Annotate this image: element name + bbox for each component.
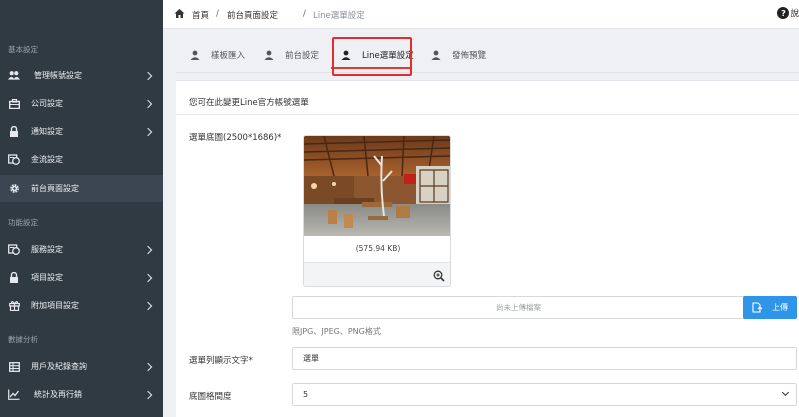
background-image-label: 選單底圖(2500*1686)* — [189, 133, 282, 143]
sidebar-section-basic: 基本設定 — [8, 45, 38, 54]
main-panel: 您可在此變更Line官方帳號選單 選單底圖(2500*1686)* (575.9… — [176, 80, 799, 417]
chevron-right-icon — [143, 71, 153, 80]
tab-frontend-settings[interactable]: 前台設定 — [264, 37, 319, 73]
image-file-size: (575.94 KB) — [355, 244, 401, 253]
table-icon — [8, 361, 20, 373]
chevron-right-icon — [143, 301, 153, 310]
grid-spacing-value: 5 — [303, 390, 309, 399]
briefcase-icon — [8, 98, 20, 110]
image-card-footer — [304, 262, 450, 286]
tab-label: Line選單設定 — [362, 51, 414, 61]
chevron-right-icon — [143, 362, 153, 371]
sidebar-item-statistics[interactable]: 統計及再行銷 — [0, 381, 163, 408]
sidebar-item-company[interactable]: 公司設定 — [0, 90, 163, 117]
breadcrumb-frontend-settings[interactable]: 前台頁面設定 — [227, 9, 278, 21]
sidebar-item-services[interactable]: 服務設定 — [0, 236, 163, 263]
menu-text-input[interactable]: 選單 — [292, 347, 797, 370]
breadcrumb-home[interactable]: 首頁 — [192, 9, 209, 21]
tab-label: 發佈預覽 — [452, 51, 487, 61]
sidebar-item-accounts[interactable]: 管理帳號設定 — [0, 62, 163, 89]
sidebar-item-label: 項目設定 — [31, 273, 63, 282]
upload-button[interactable]: 上傳 — [743, 296, 797, 319]
menu-background-image — [304, 136, 450, 236]
tab-bar: 樣板匯入 前台設定 Line選單設定 發佈預覽 — [176, 37, 799, 73]
help-icon: ? — [777, 7, 790, 19]
sidebar-item-frontend[interactable]: 前台頁面設定 — [0, 175, 163, 202]
sidebar-section-analytics: 數據分析 — [8, 335, 38, 344]
gear-icon — [8, 183, 20, 195]
home-icon[interactable] — [174, 8, 185, 19]
sidebar-item-label: 附加項目設定 — [31, 301, 79, 310]
grid-spacing-label: 底圖格間度 — [189, 392, 232, 402]
active-tab-indicator — [331, 67, 412, 69]
breadcrumb-separator: / — [303, 9, 306, 19]
users-icon — [8, 70, 20, 82]
sidebar-item-label: 用戶及紀錄查詢 — [31, 362, 87, 371]
cash-icon — [8, 154, 20, 166]
chevron-right-icon — [143, 390, 153, 399]
chart-icon — [8, 389, 20, 401]
chevron-right-icon — [143, 99, 153, 108]
tab-label: 前台設定 — [285, 51, 320, 61]
file-name-input[interactable]: 尚未上傳檔案 — [292, 296, 745, 319]
sidebar-item-label: 前台頁面設定 — [31, 184, 79, 193]
sidebar-item-label: 通知設定 — [31, 127, 63, 136]
sidebar-item-addons[interactable]: 附加項目設定 — [0, 292, 163, 319]
chevron-right-icon — [143, 245, 153, 254]
cash-icon — [8, 244, 20, 256]
format-hint: 限JPG、JPEG、PNG格式 — [292, 327, 381, 336]
intro-text: 您可在此變更Line官方帳號選單 — [189, 98, 309, 108]
zoom-in-icon[interactable] — [433, 270, 445, 282]
upload-file-icon — [752, 302, 763, 313]
gift-icon — [8, 300, 20, 312]
sidebar-item-label: 統計及再行銷 — [34, 390, 82, 399]
tab-template-import[interactable]: 樣板匯入 — [190, 37, 245, 73]
breadcrumb-separator: / — [216, 9, 219, 19]
sidebar-item-label: 管理帳號設定 — [34, 71, 82, 80]
lock-icon — [8, 126, 20, 138]
sidebar-item-user-records[interactable]: 用戶及紀錄查詢 — [0, 353, 163, 380]
help-label: 說 — [790, 9, 799, 19]
divider — [176, 114, 799, 115]
sidebar: 基本設定 管理帳號設定 公司設定 通知設定 金流設定 前台頁面設定 功能設定 服… — [0, 0, 163, 417]
chevron-down-icon — [781, 388, 790, 397]
sidebar-item-label: 公司設定 — [31, 99, 63, 108]
tab-label: 樣板匯入 — [211, 51, 246, 61]
user-icon — [264, 50, 274, 60]
user-icon — [341, 50, 351, 60]
user-icon — [431, 50, 441, 60]
breadcrumb-current: Line選單設定 — [313, 11, 365, 21]
sidebar-item-payment[interactable]: 金流設定 — [0, 146, 163, 173]
lock-icon — [8, 272, 20, 284]
tab-publish-preview[interactable]: 發佈預覽 — [431, 37, 486, 73]
grid-spacing-select[interactable]: 5 — [292, 383, 797, 406]
sidebar-item-label: 金流設定 — [31, 155, 63, 164]
menu-text-label: 選單列顯示文字* — [189, 356, 253, 366]
user-icon — [190, 50, 200, 60]
sidebar-item-label: 服務設定 — [31, 245, 63, 254]
sidebar-section-features: 功能設定 — [8, 218, 38, 227]
image-preview-card: (575.94 KB) — [303, 135, 451, 287]
sidebar-item-projects[interactable]: 項目設定 — [0, 264, 163, 291]
help-button[interactable]: ? 說 — [777, 7, 799, 19]
chevron-right-icon — [143, 273, 153, 282]
top-bar: 首頁 / 前台頁面設定 / Line選單設定 ? 說 — [163, 0, 799, 29]
chevron-right-icon — [143, 127, 153, 136]
upload-label: 上傳 — [772, 303, 788, 312]
sidebar-item-notifications[interactable]: 通知設定 — [0, 118, 163, 145]
